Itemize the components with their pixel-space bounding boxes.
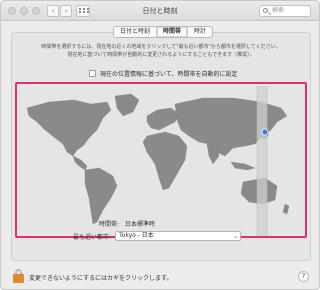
help-button[interactable]: ? [298,271,309,282]
lock-instruction: 変更できないようにするにはカギをクリックします。 [29,275,173,282]
description-line-1: 時間帯を選択するには、現在地の近くの地域をクリックして"最も近い都市"から都市を… [41,44,281,50]
description-line-2: 現在地に基づいて時間帯が自動的に変更されるようにすることもできます（推奨）。 [67,52,255,58]
tab-bar: 日付と時刻 時間帯 時計 [113,26,214,38]
chevron-down-icon: ⌄ [232,233,238,240]
auto-timezone-checkbox[interactable] [89,69,96,77]
timezone-row: 時間帯: 日本標準時 [81,219,155,228]
closest-city-row: 最も近い都市: Tokyo - 日本 ⌄ [67,231,241,241]
timezone-label: 時間帯: [98,221,119,228]
tab-clock[interactable]: 時計 [188,27,212,37]
tab-date-time[interactable]: 日付と時刻 [114,27,158,37]
search-icon [263,8,268,13]
selected-timezone-band [257,86,267,236]
auto-timezone-row[interactable]: 現在の位置情報に基づいて、時間帯を自動的に設定 [89,68,238,78]
closest-city-label: 最も近い都市: [72,233,111,241]
search-placeholder: 検索 [272,7,285,14]
world-map[interactable] [19,86,305,236]
title-bar: ‹ › 日付と時刻 検索 [1,1,319,21]
lock-icon[interactable] [13,269,24,283]
closest-city-select[interactable]: Tokyo - 日本 ⌄ [115,231,241,241]
location-pin-icon [261,128,269,136]
timezone-value: 日本標準時 [124,221,155,228]
footer: 変更できないようにするにはカギをクリックします。 ? [1,263,319,289]
auto-timezone-label: 現在の位置情報に基づいて、時間帯を自動的に設定 [100,70,238,78]
closest-city-value: Tokyo - 日本 [119,232,154,239]
search-field[interactable]: 検索 [259,5,311,17]
tab-time-zone[interactable]: 時間帯 [157,27,189,37]
preferences-window: ‹ › 日付と時刻 検索 日付と時刻 時間帯 時計 時間帯を選択するには、現在地… [0,0,320,290]
world-map-highlight [15,82,307,238]
